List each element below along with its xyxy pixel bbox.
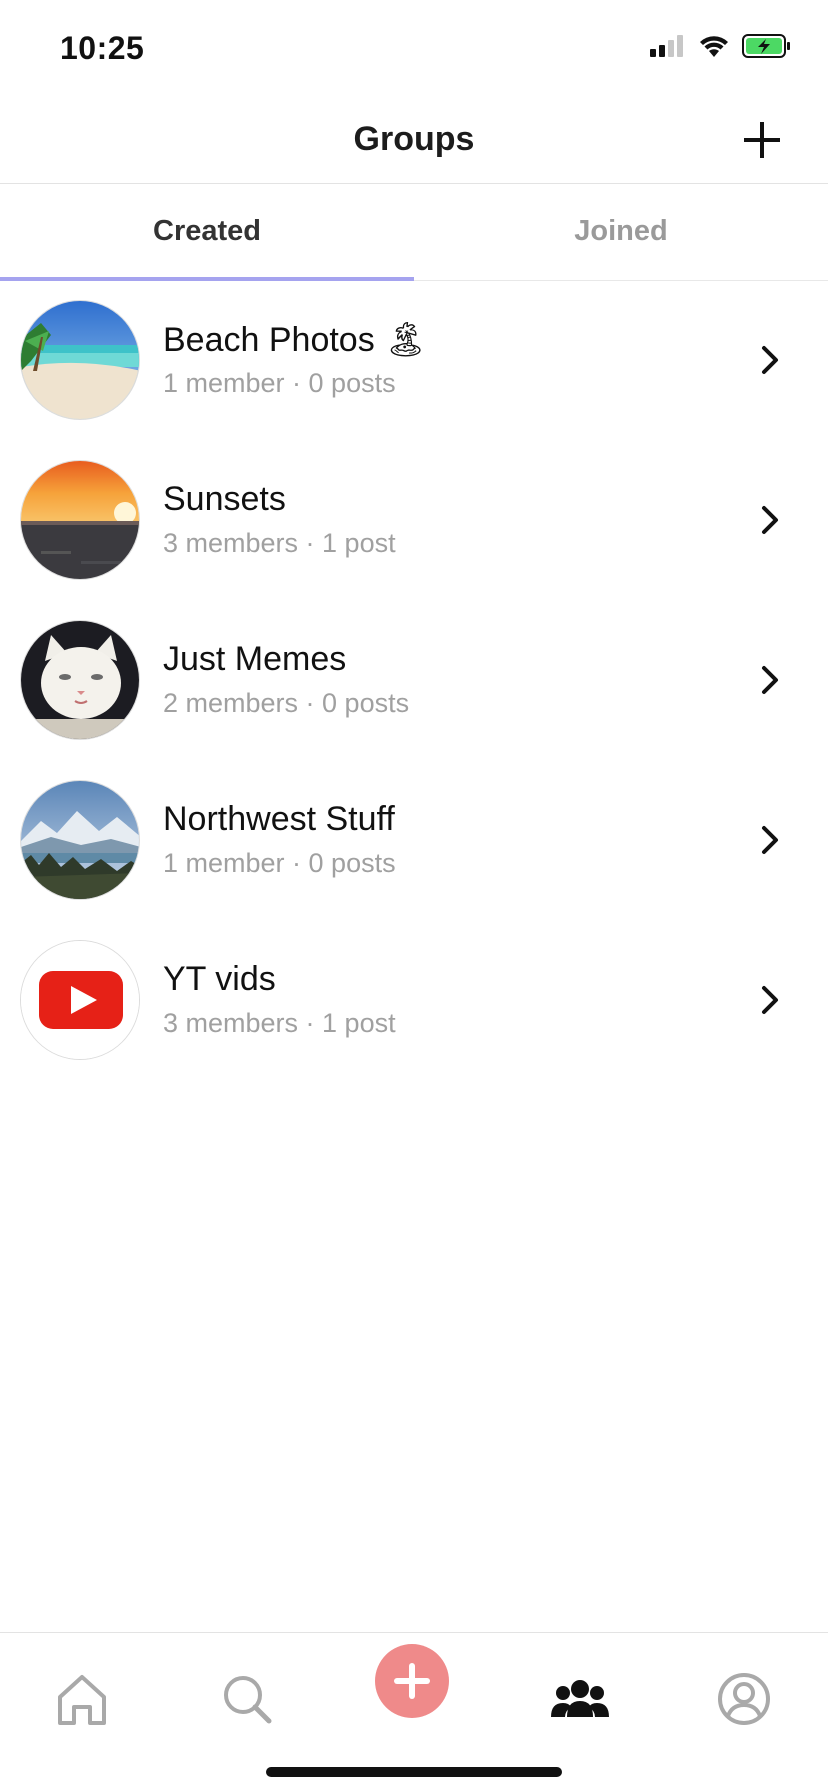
plus-icon xyxy=(744,122,780,158)
status-icons xyxy=(650,34,792,58)
groups-icon[interactable] xyxy=(549,1669,611,1729)
page-title: Groups xyxy=(353,120,475,158)
group-row-northwest-stuff[interactable]: Northwest Stuff 1 member · 0 posts xyxy=(0,760,828,920)
add-group-button[interactable] xyxy=(740,118,784,162)
tab-joined-label: Joined xyxy=(574,215,668,247)
youtube-logo xyxy=(21,941,139,1059)
group-row-beach-photos[interactable]: Beach Photos 🏝 1 member · 0 posts xyxy=(0,280,828,440)
group-row-yt-vids[interactable]: YT vids 3 members · 1 post xyxy=(0,920,828,1080)
tab-joined[interactable]: Joined xyxy=(414,185,828,280)
profile-icon[interactable] xyxy=(714,1669,774,1729)
chevron-right-icon xyxy=(762,506,778,534)
header: Groups xyxy=(0,100,828,184)
group-row-sunsets[interactable]: Sunsets 3 members · 1 post xyxy=(0,440,828,600)
create-post-icon xyxy=(394,1663,430,1699)
chevron-right-icon xyxy=(762,826,778,854)
beach-photo xyxy=(21,301,139,419)
tab-created[interactable]: Created xyxy=(0,185,414,280)
tab-created-label: Created xyxy=(153,215,261,247)
wifi-icon xyxy=(700,36,728,57)
group-name: Beach Photos 🏝 xyxy=(163,321,428,359)
chevron-right-icon xyxy=(762,986,778,1014)
battery-charging-icon xyxy=(742,34,790,58)
group-avatar-sunsets xyxy=(20,460,140,580)
group-avatar-beach xyxy=(20,300,140,420)
group-meta: 2 members · 0 posts xyxy=(163,688,410,718)
group-avatar-northwest xyxy=(20,780,140,900)
group-meta: 1 member · 0 posts xyxy=(163,368,396,398)
group-meta: 3 members · 1 post xyxy=(163,528,396,558)
group-meta: 3 members · 1 post xyxy=(163,1008,396,1038)
search-icon[interactable] xyxy=(217,1669,277,1729)
signal-icon xyxy=(650,35,683,57)
chevron-right-icon xyxy=(762,666,778,694)
group-name: YT vids xyxy=(163,960,276,998)
create-post-button[interactable] xyxy=(375,1644,449,1718)
sunset-photo xyxy=(21,461,139,579)
mountain-photo xyxy=(21,781,139,899)
group-avatar-memes xyxy=(20,620,140,740)
group-avatar-yt xyxy=(20,940,140,1060)
chevron-right-icon xyxy=(762,346,778,374)
status-time: 10:25 xyxy=(60,30,145,66)
group-name: Northwest Stuff xyxy=(163,800,395,838)
group-name: Sunsets xyxy=(163,480,286,518)
cat-photo xyxy=(21,621,139,739)
group-meta: 1 member · 0 posts xyxy=(163,848,396,878)
tab-bar: Created Joined xyxy=(0,185,828,281)
group-row-just-memes[interactable]: Just Memes 2 members · 0 posts xyxy=(0,600,828,760)
status-bar: 10:25 xyxy=(0,0,828,100)
home-icon[interactable] xyxy=(52,1669,112,1729)
group-list: Beach Photos 🏝 1 member · 0 posts Sunset… xyxy=(0,280,828,1080)
home-indicator xyxy=(266,1767,562,1777)
group-name: Just Memes xyxy=(163,640,347,678)
bottom-nav xyxy=(0,1632,828,1792)
